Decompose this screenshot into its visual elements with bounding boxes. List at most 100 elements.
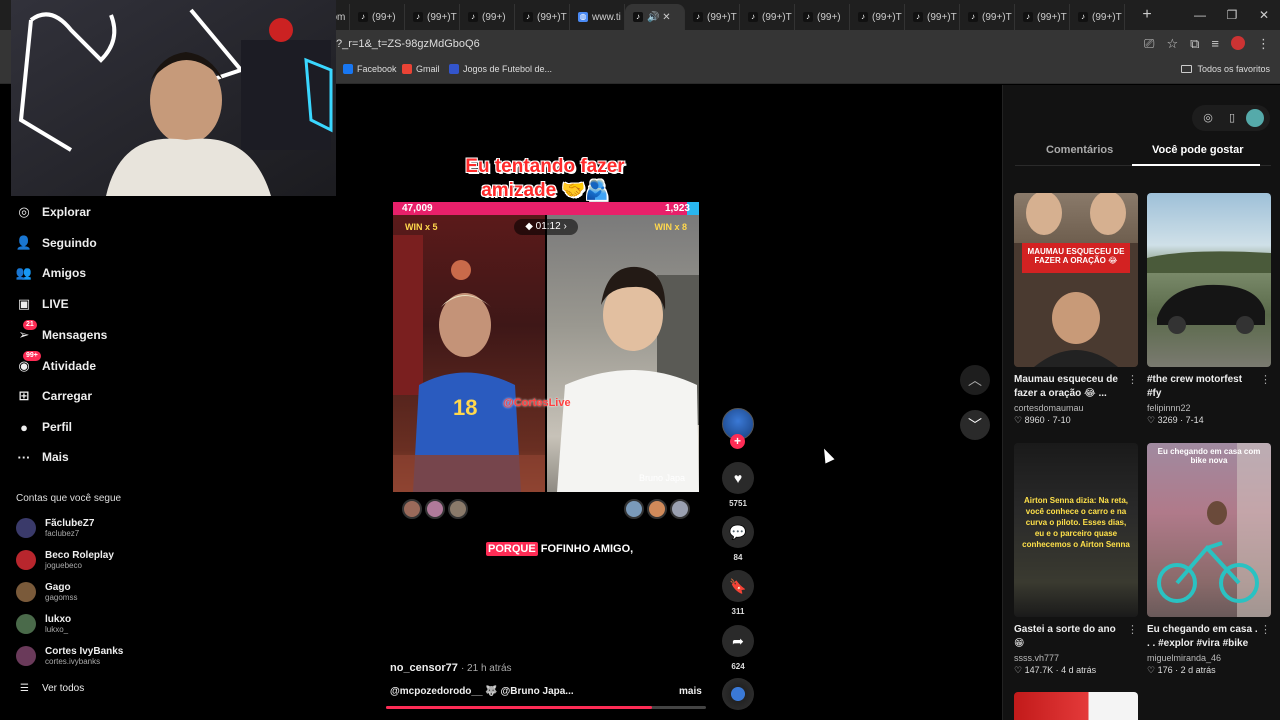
save-button[interactable]: 🔖 bbox=[722, 570, 754, 602]
recommended-video-card[interactable]: Eu chegando em casa com bike nova ⋮ Eu c… bbox=[1147, 443, 1271, 676]
url-field[interactable]: ?_r=1&_t=ZS-98gzMdGboQ6 bbox=[336, 38, 480, 50]
card-stats: ♡ 8960 · 7-10 bbox=[1014, 415, 1071, 425]
restore-icon[interactable]: ❐ bbox=[1216, 0, 1248, 30]
previous-video-button[interactable]: ︿ bbox=[960, 365, 990, 395]
like-button[interactable]: ♥ bbox=[722, 462, 754, 494]
browser-tab[interactable]: ♪ (99+) bbox=[350, 4, 405, 30]
followed-account[interactable]: FãclubeZ7 faclubez7 bbox=[16, 518, 94, 538]
bookmark-star-icon[interactable]: ☆ bbox=[1166, 36, 1178, 52]
video-progress-bar[interactable] bbox=[386, 706, 706, 709]
comment-button[interactable]: 💬 bbox=[722, 516, 754, 548]
video-player[interactable]: 18 WIN x 5 WIN x 8 Bruno Japa ◆ 01:12 › … bbox=[393, 215, 699, 492]
account-name: lukxo bbox=[45, 614, 72, 625]
all-favorites[interactable]: Todos os favoritos bbox=[1181, 64, 1270, 74]
nav-item-atividade[interactable]: ◉ 99+ Atividade bbox=[16, 351, 96, 374]
nav-item-amigos[interactable]: 👥 Amigos bbox=[16, 265, 86, 281]
followed-account[interactable]: lukxo lukxo_ bbox=[16, 614, 71, 634]
compass-icon[interactable]: ◎ bbox=[1198, 108, 1218, 128]
recommended-video-thumbnail-partial[interactable] bbox=[1014, 692, 1138, 720]
more-options-icon[interactable]: ⋮ bbox=[1260, 373, 1271, 386]
avatar bbox=[16, 614, 36, 634]
cast-icon[interactable]: ⎚ bbox=[1144, 36, 1154, 52]
nav-item-explorar[interactable]: ◎ Explorar bbox=[16, 204, 90, 220]
followed-account[interactable]: Cortes IvyBanks cortes.ivybanks bbox=[16, 646, 123, 666]
card-title: #the crew motorfest #fy bbox=[1147, 374, 1243, 399]
browser-tab[interactable]: ♪ (99+) bbox=[795, 4, 850, 30]
tab-label: (99+)T bbox=[537, 11, 567, 23]
user-follow-icon: 👤 bbox=[15, 235, 33, 250]
tab-label: (99+) bbox=[482, 11, 506, 23]
card-stats: ♡ 147.7K · 4 d atrás bbox=[1014, 665, 1097, 675]
followed-account[interactable]: Beco Roleplay joguebeco bbox=[16, 550, 114, 570]
facebook-icon bbox=[343, 64, 353, 74]
browser-tab[interactable]: ♪ (99+)T bbox=[740, 4, 795, 30]
tab-label: (99+)T bbox=[982, 11, 1012, 23]
close-window-icon[interactable]: ✕ bbox=[1248, 0, 1280, 30]
browser-tab[interactable]: ♪ (99+)T bbox=[1070, 4, 1125, 30]
browser-tab[interactable]: ♪ (99+)T bbox=[515, 4, 570, 30]
next-video-button[interactable]: ﹀ bbox=[960, 410, 990, 440]
account-handle: gagomss bbox=[45, 593, 78, 602]
nav-item-seguindo[interactable]: 👤 Seguindo bbox=[16, 235, 97, 251]
nav-item-perfil[interactable]: ● Perfil bbox=[16, 419, 72, 435]
share-button[interactable]: ➦ bbox=[722, 625, 754, 657]
address-bar-icons: ⎚ ☆ ⧉ ≡ ⋮ bbox=[1144, 36, 1270, 52]
followed-account[interactable]: Gago gagomss bbox=[16, 582, 77, 602]
browser-tab[interactable]: ♪ (99+)T bbox=[850, 4, 905, 30]
friends-icon: 👥 bbox=[15, 265, 33, 280]
tab-you-may-like[interactable]: Você pode gostar bbox=[1152, 144, 1243, 156]
avatar bbox=[16, 646, 36, 666]
more-description-button[interactable]: mais bbox=[679, 686, 702, 697]
nav-item-carregar[interactable]: ⊞ Carregar bbox=[16, 388, 92, 404]
browser-tab[interactable]: ♪ (99+)T bbox=[1015, 4, 1070, 30]
bookmark-facebook[interactable]: Facebook bbox=[343, 64, 397, 74]
gifter-avatar bbox=[624, 499, 644, 519]
tiktok-favicon-icon: ♪ bbox=[523, 12, 533, 22]
compass-icon: ◎ bbox=[18, 204, 30, 219]
more-options-icon[interactable]: ⋮ bbox=[1260, 623, 1271, 636]
nav-item-mensagens[interactable]: ➢ 21 Mensagens bbox=[16, 320, 107, 343]
see-all-link[interactable]: ☰ Ver todos bbox=[20, 683, 84, 694]
more-options-icon[interactable]: ⋮ bbox=[1127, 373, 1138, 386]
notification-badge: 99+ bbox=[23, 351, 41, 361]
post-time: 21 h atrás bbox=[467, 663, 512, 674]
more-options-icon[interactable]: ⋮ bbox=[1127, 623, 1138, 636]
music-disc-icon[interactable] bbox=[722, 678, 754, 710]
browser-profile-avatar[interactable] bbox=[1231, 36, 1245, 50]
browser-menu-icon[interactable]: ⋮ bbox=[1257, 36, 1270, 52]
video-author[interactable]: no_censor77 · 21 h atrás bbox=[390, 662, 512, 674]
phone-icon[interactable]: ▯ bbox=[1222, 108, 1242, 128]
recommended-video-card[interactable]: Airton Senna dizia: Na reta, você conhec… bbox=[1014, 443, 1138, 676]
recommended-video-card[interactable]: ⋮ #the crew motorfest #fy felipinnn22 ♡ … bbox=[1147, 193, 1271, 426]
mouse-cursor-icon bbox=[819, 446, 835, 464]
new-tab-icon[interactable]: + bbox=[1135, 6, 1159, 24]
active-tab-indicator bbox=[1132, 164, 1260, 166]
browser-tab[interactable]: ♪ (99+)T bbox=[405, 4, 460, 30]
browser-tab[interactable]: ♪ (99+)T bbox=[960, 4, 1015, 30]
tiktok-favicon-icon: ♪ bbox=[858, 12, 868, 22]
browser-tab[interactable]: ◍ www.ti bbox=[570, 4, 625, 30]
browser-tab[interactable]: ♪ (99+)T bbox=[905, 4, 960, 30]
browser-tab[interactable]: ♪ (99+)T bbox=[685, 4, 740, 30]
media-icon[interactable]: ≡ bbox=[1211, 36, 1219, 52]
video-thumbnail: Eu chegando em casa com bike nova bbox=[1147, 443, 1271, 617]
thumbnail-image bbox=[1014, 193, 1138, 367]
globe-favicon-icon: ◍ bbox=[578, 12, 588, 22]
tab-comments[interactable]: Comentários bbox=[1046, 144, 1113, 156]
user-avatar[interactable] bbox=[1246, 109, 1264, 127]
nav-item-mais[interactable]: ··· Mais bbox=[16, 449, 69, 465]
gifter-avatar bbox=[670, 499, 690, 519]
nav-item-live[interactable]: ▣ LIVE bbox=[16, 296, 69, 312]
recommended-video-card[interactable]: MAUMAU ESQUECEU DE FAZER A ORAÇÃO 😂 ⋮ Ma… bbox=[1014, 193, 1138, 426]
browser-tab[interactable]: ♪ (99+) bbox=[460, 4, 515, 30]
tiktok-favicon-icon: ♪ bbox=[1078, 12, 1088, 22]
extensions-icon[interactable]: ⧉ bbox=[1190, 36, 1199, 52]
bookmark-gmail[interactable]: Gmail bbox=[402, 64, 440, 74]
browser-tab[interactable]: ♪ 🔊 ✕ bbox=[625, 4, 685, 30]
follow-plus-icon[interactable]: + bbox=[730, 434, 745, 449]
bookmark-jogos[interactable]: Jogos de Futebol de... bbox=[449, 64, 552, 74]
battle-score-bar: 47,009 1,923 bbox=[393, 202, 699, 215]
minimize-icon[interactable]: — bbox=[1184, 0, 1216, 30]
upload-icon: ⊞ bbox=[18, 388, 30, 403]
win-streak-right: WIN x 8 bbox=[654, 222, 687, 232]
